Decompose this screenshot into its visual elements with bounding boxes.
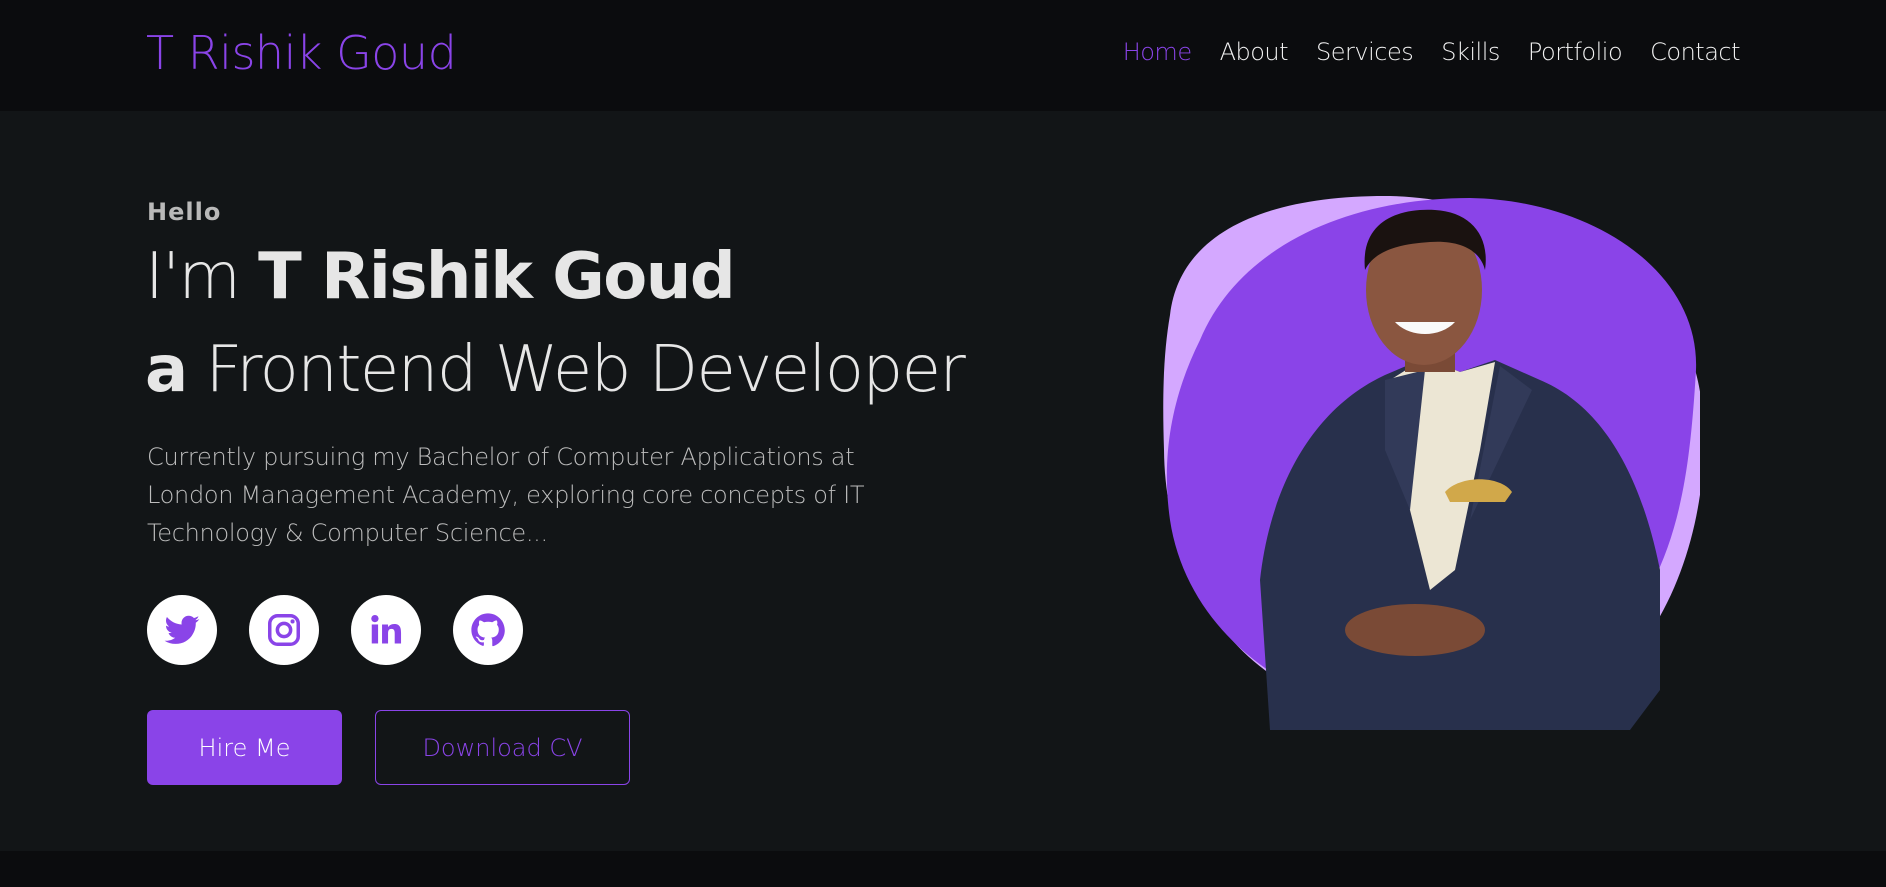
- github-icon: [471, 613, 505, 647]
- twitter-link[interactable]: [147, 595, 217, 665]
- nav-link-portfolio[interactable]: Portfolio: [1528, 38, 1623, 66]
- nav-link-about[interactable]: About: [1220, 38, 1289, 66]
- intro-prefix: I'm: [145, 240, 241, 314]
- twitter-icon: [164, 615, 200, 644]
- main-nav: Home About Services Skills Portfolio Con…: [1123, 38, 1741, 66]
- nav-link-skills[interactable]: Skills: [1441, 38, 1500, 66]
- instagram-icon: [268, 614, 300, 646]
- profile-portrait: [1163, 195, 1700, 730]
- hero-role: Frontend Web Developer: [205, 333, 966, 407]
- nav-link-contact[interactable]: Contact: [1650, 38, 1740, 66]
- site-logo[interactable]: T Rishik Goud: [146, 26, 457, 80]
- portrait-hands: [1345, 604, 1485, 656]
- instagram-link[interactable]: [249, 595, 319, 665]
- social-links: [147, 595, 523, 665]
- nav-link-services[interactable]: Services: [1316, 38, 1414, 66]
- site-header: T Rishik Goud Home About Services Skills…: [0, 0, 1886, 111]
- linkedin-link[interactable]: [351, 595, 421, 665]
- hero-intro-heading: I'm T Rishik Goud: [145, 240, 736, 314]
- github-link[interactable]: [453, 595, 523, 665]
- hire-me-button[interactable]: Hire Me: [147, 710, 342, 785]
- role-article: a: [145, 333, 188, 407]
- section-divider: [0, 851, 1886, 887]
- download-cv-button[interactable]: Download CV: [375, 710, 630, 785]
- hero-greeting: Hello: [147, 198, 222, 226]
- hero-name: T Rishik Goud: [258, 240, 735, 314]
- linkedin-icon: [371, 614, 402, 644]
- nav-link-home[interactable]: Home: [1123, 38, 1192, 66]
- hero-role-heading: a Frontend Web Developer: [145, 333, 966, 407]
- hero-description: Currently pursuing my Bachelor of Comput…: [147, 443, 865, 547]
